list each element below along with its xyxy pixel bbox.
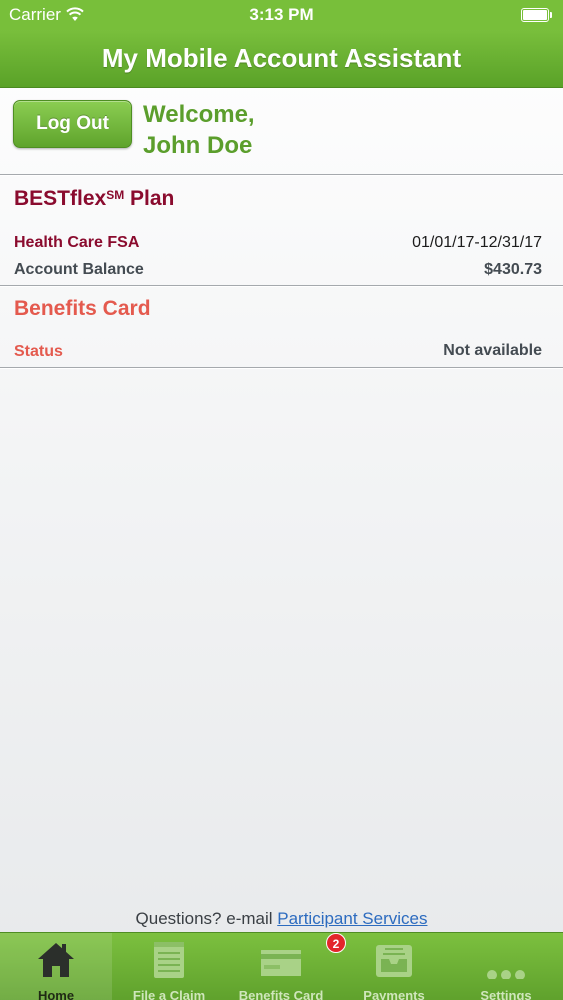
benefits-card-title: Benefits Card	[14, 297, 151, 320]
tab-label: Payments	[363, 988, 425, 1000]
tab-benefits-card[interactable]: Benefits Card	[225, 933, 337, 1000]
service-mark: SM	[106, 188, 125, 202]
user-name: John Doe	[143, 132, 253, 159]
card-status-label: Status	[14, 343, 63, 360]
page-title: My Mobile Account Assistant	[101, 43, 462, 73]
welcome-line: Welcome,	[143, 101, 255, 128]
status-time: 3:13 PM	[249, 5, 314, 24]
tab-label: File a Claim	[132, 988, 206, 1000]
questions-line: Questions? e-mail Participant Services	[0, 909, 563, 929]
status-bar: Carrier 3:13 PM	[0, 0, 563, 30]
divider	[0, 367, 563, 368]
divider	[0, 174, 563, 175]
account-name: Health Care FSA	[14, 234, 140, 251]
plan-date-range: 01/01/17-12/31/17	[412, 234, 542, 251]
more-dots-icon	[487, 970, 525, 979]
tab-home[interactable]: Home	[0, 933, 112, 1000]
battery-icon	[521, 8, 552, 22]
tab-settings[interactable]: Settings	[450, 933, 562, 1000]
inbox-tray-icon	[376, 945, 412, 977]
card-icon	[261, 950, 301, 976]
card-status-value: Not available	[443, 342, 542, 359]
tab-payments[interactable]: Payments	[338, 933, 450, 1000]
plan-title: BESTflexSM Plan	[14, 187, 174, 211]
tab-bar: Home File a Claim Benefits Card Payments…	[0, 932, 563, 1000]
participant-services-link[interactable]: Participant Services	[277, 909, 427, 928]
home-icon	[38, 943, 74, 977]
tab-label: Benefits Card	[238, 988, 324, 1000]
plan-title-suffix: Plan	[124, 187, 175, 210]
divider	[0, 285, 563, 286]
balance-label: Account Balance	[14, 261, 144, 278]
tab-label: Home	[37, 988, 75, 1000]
tab-file-a-claim[interactable]: File a Claim	[113, 933, 225, 1000]
screen: Carrier 3:13 PM My Mobile Account Assist…	[0, 0, 563, 1000]
nav-bar: My Mobile Account Assistant	[0, 30, 563, 88]
logout-button[interactable]: Log Out	[13, 100, 132, 148]
plan-title-name: BESTflex	[14, 187, 107, 210]
notepad-icon	[154, 942, 184, 978]
tab-label: Settings	[480, 988, 532, 1000]
questions-text: Questions? e-mail	[135, 909, 278, 928]
benefits-card-badge: 2	[326, 933, 346, 953]
welcome-message: Welcome, John Doe	[143, 99, 443, 161]
balance-value: $430.73	[484, 261, 542, 278]
